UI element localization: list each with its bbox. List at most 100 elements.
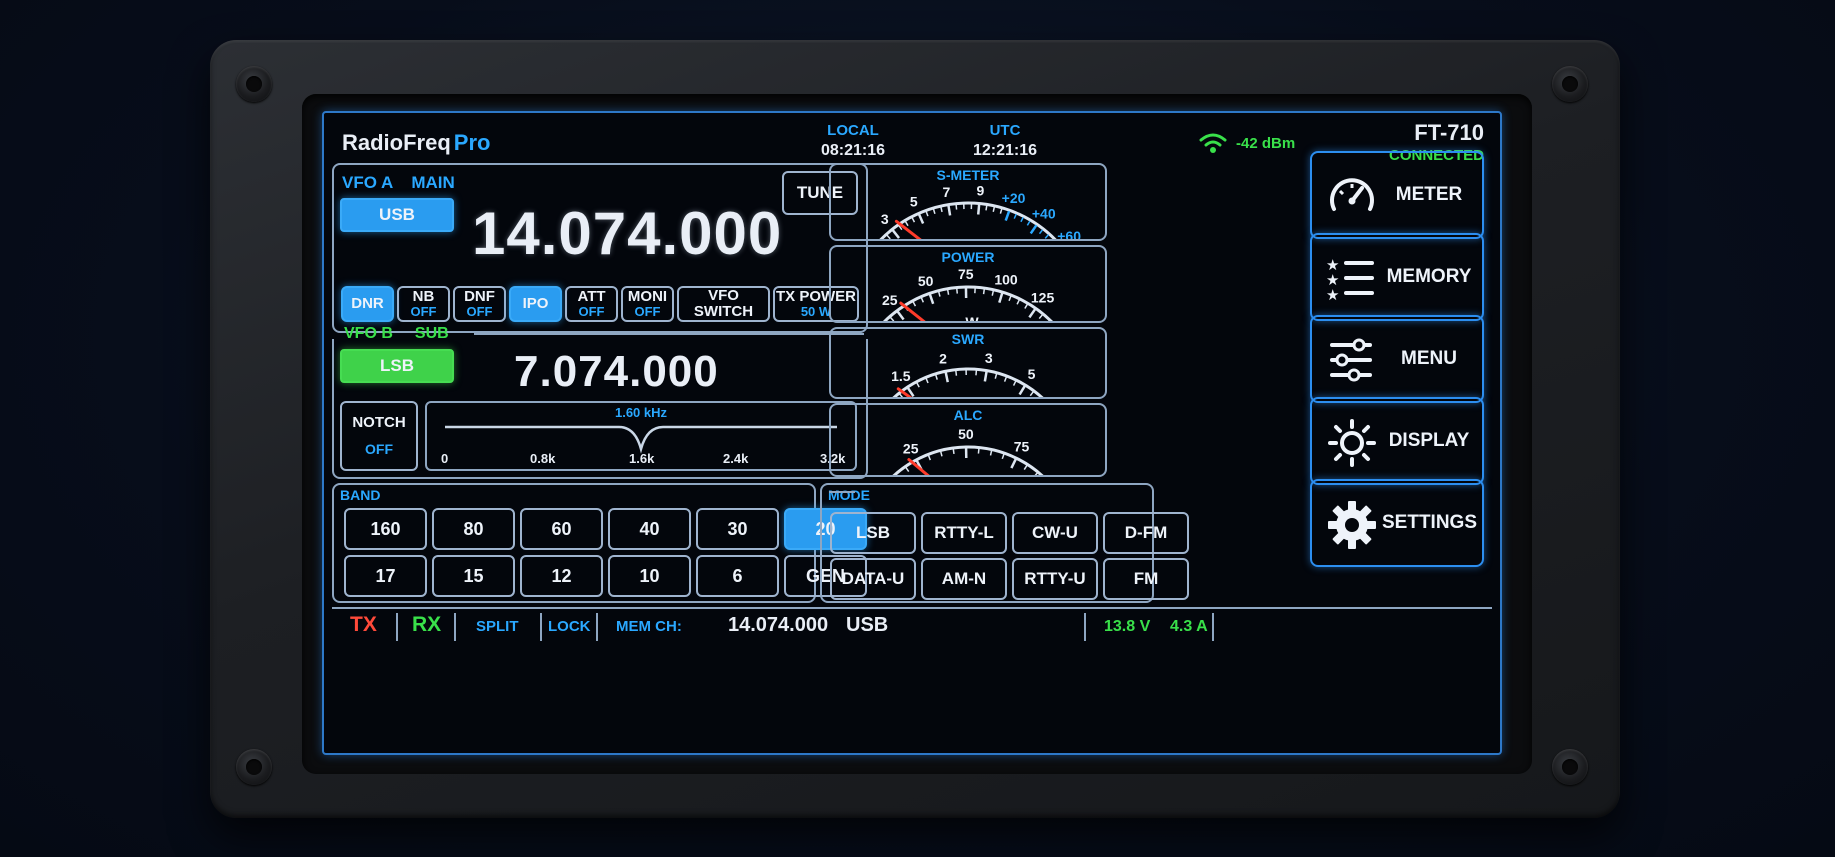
vfo-a-mode-button[interactable]: USB bbox=[340, 198, 454, 232]
dnr-button[interactable]: DNR bbox=[341, 286, 394, 322]
band-title: BAND bbox=[340, 487, 381, 503]
local-time-label: LOCAL bbox=[827, 122, 879, 139]
meter-tick bbox=[983, 371, 988, 382]
mode-data-u-button[interactable]: DATA-U bbox=[830, 558, 916, 600]
ipo-button[interactable]: IPO bbox=[509, 286, 562, 322]
meter-scale-label: 75 bbox=[958, 266, 974, 282]
dnf-button[interactable]: DNF OFF bbox=[453, 286, 506, 322]
meter-tick bbox=[925, 211, 929, 217]
svg-text:★: ★ bbox=[1326, 286, 1339, 304]
memory-button-label: MEMORY bbox=[1386, 266, 1472, 287]
menu-button-label: MENU bbox=[1401, 348, 1457, 369]
vfo-a-frequency[interactable]: 14.074.000 bbox=[472, 199, 782, 268]
att-label: ATT bbox=[577, 288, 606, 306]
supply-voltage: 13.8 V bbox=[1104, 618, 1151, 635]
rx-indicator: RX bbox=[412, 613, 442, 636]
meter-needle bbox=[899, 301, 926, 321]
meter-scale-label: 50 bbox=[918, 273, 934, 289]
vfo-a-name: VFO A bbox=[342, 173, 394, 192]
band-12-button[interactable]: 12 bbox=[520, 555, 603, 597]
dnr-label: DNR bbox=[351, 295, 384, 313]
meter-tick bbox=[989, 450, 993, 456]
star-list-icon: ★ ★ ★ bbox=[1326, 256, 1374, 304]
notch-tick-0: 0 bbox=[441, 451, 449, 466]
mode-title: MODE bbox=[828, 487, 870, 503]
meter-scale-label: +40 bbox=[1032, 205, 1056, 221]
status-separator bbox=[396, 613, 398, 641]
band-60-button[interactable]: 60 bbox=[520, 508, 603, 550]
mode-fm-button[interactable]: FM bbox=[1103, 558, 1189, 600]
display-button[interactable]: DISPLAY bbox=[1310, 397, 1484, 485]
radio-model: FT-710 bbox=[1414, 120, 1484, 145]
meter-tick bbox=[1003, 376, 1008, 382]
memory-button[interactable]: ★ ★ ★ MEMORY bbox=[1310, 233, 1484, 321]
moni-state: OFF bbox=[634, 304, 661, 320]
mode-d-fm-button[interactable]: D-FM bbox=[1103, 512, 1189, 554]
band-80-button[interactable]: 80 bbox=[432, 508, 515, 550]
mode-panel: MODE LSB RTTY-L CW-U D-FM DATA-U AM-N RT… bbox=[820, 483, 1189, 603]
meter-scale-label: 7 bbox=[942, 184, 950, 200]
notch-button[interactable]: NOTCH OFF bbox=[340, 401, 418, 471]
split-indicator[interactable]: SPLIT bbox=[476, 618, 519, 635]
band-6-button[interactable]: 6 bbox=[696, 555, 779, 597]
meter-tick bbox=[946, 289, 950, 295]
meter-scale-label: 5 bbox=[910, 193, 918, 209]
notch-label: NOTCH bbox=[352, 413, 406, 431]
meter-tick bbox=[912, 301, 917, 307]
meter-tick bbox=[992, 206, 996, 212]
band-160-button[interactable]: 160 bbox=[344, 508, 427, 550]
meter-tick bbox=[905, 467, 910, 472]
mode-rtty-l-button[interactable]: RTTY-L bbox=[921, 512, 1007, 554]
meter-scale-label: 75 bbox=[1014, 438, 1030, 454]
meter-scale-label: +60 bbox=[1057, 228, 1081, 239]
meter-tick bbox=[932, 208, 936, 215]
status-separator bbox=[540, 613, 542, 641]
settings-button[interactable]: SETTINGS bbox=[1310, 479, 1484, 567]
lock-indicator[interactable]: LOCK bbox=[548, 618, 591, 635]
nb-label: NB bbox=[412, 288, 435, 306]
meter-divider bbox=[829, 491, 855, 493]
alc-meter-dial: 0255075100% bbox=[892, 426, 1077, 475]
menu-button[interactable]: MENU bbox=[1310, 315, 1484, 403]
nb-button[interactable]: NB OFF bbox=[397, 286, 450, 322]
meter-tick bbox=[917, 213, 925, 224]
mode-lsb-button[interactable]: LSB bbox=[830, 512, 916, 554]
band-10-button[interactable]: 10 bbox=[608, 555, 691, 597]
mode-cw-u-button[interactable]: CW-U bbox=[1012, 512, 1098, 554]
vfo-switch-button[interactable]: VFO SWITCH bbox=[677, 286, 770, 322]
meter-scale-label: 2 bbox=[939, 351, 947, 367]
dnf-label: DNF bbox=[464, 288, 495, 306]
s-meter: S-METER 13579+20+40+60S bbox=[829, 163, 1107, 241]
meter-button[interactable]: METER bbox=[1310, 151, 1484, 239]
memory-channel-frequency: 14.074.000 bbox=[728, 614, 829, 636]
mode-rtty-u-button[interactable]: RTTY-U bbox=[1012, 558, 1098, 600]
moni-button[interactable]: MONI OFF bbox=[621, 286, 674, 322]
att-button[interactable]: ATT OFF bbox=[565, 286, 618, 322]
meter-tick bbox=[952, 448, 955, 455]
meter-tick bbox=[911, 217, 916, 223]
band-40-button[interactable]: 40 bbox=[608, 508, 691, 550]
status-bar-divider bbox=[332, 607, 1492, 609]
status-separator bbox=[596, 613, 598, 641]
meter-tick bbox=[1026, 220, 1031, 226]
vfo-b-frequency[interactable]: 7.074.000 bbox=[514, 347, 719, 397]
meter-tick bbox=[920, 297, 925, 303]
meter-tick bbox=[1018, 385, 1026, 396]
gauge-icon bbox=[1330, 178, 1374, 211]
band-15-button[interactable]: 15 bbox=[432, 555, 515, 597]
touch-screen: RadioFreq Pro LOCAL 08:21:16 UTC 12:21:16… bbox=[322, 111, 1502, 755]
tx-indicator: TX bbox=[350, 613, 377, 636]
status-separator bbox=[454, 613, 456, 641]
band-17-button[interactable]: 17 bbox=[344, 555, 427, 597]
meter-tick bbox=[1008, 295, 1012, 302]
meter-tick bbox=[935, 374, 938, 380]
meter-scale-label: 3 bbox=[881, 211, 889, 227]
power-meter: POWER 0255075100125150W bbox=[829, 245, 1107, 323]
status-separator bbox=[1212, 613, 1214, 641]
vfo-b-mode-button[interactable]: LSB bbox=[340, 349, 454, 383]
meter-tick bbox=[927, 455, 932, 461]
meter-scale-label: 25 bbox=[903, 440, 919, 456]
band-30-button[interactable]: 30 bbox=[696, 508, 779, 550]
meter-tick bbox=[1034, 472, 1038, 475]
mode-am-n-button[interactable]: AM-N bbox=[921, 558, 1007, 600]
